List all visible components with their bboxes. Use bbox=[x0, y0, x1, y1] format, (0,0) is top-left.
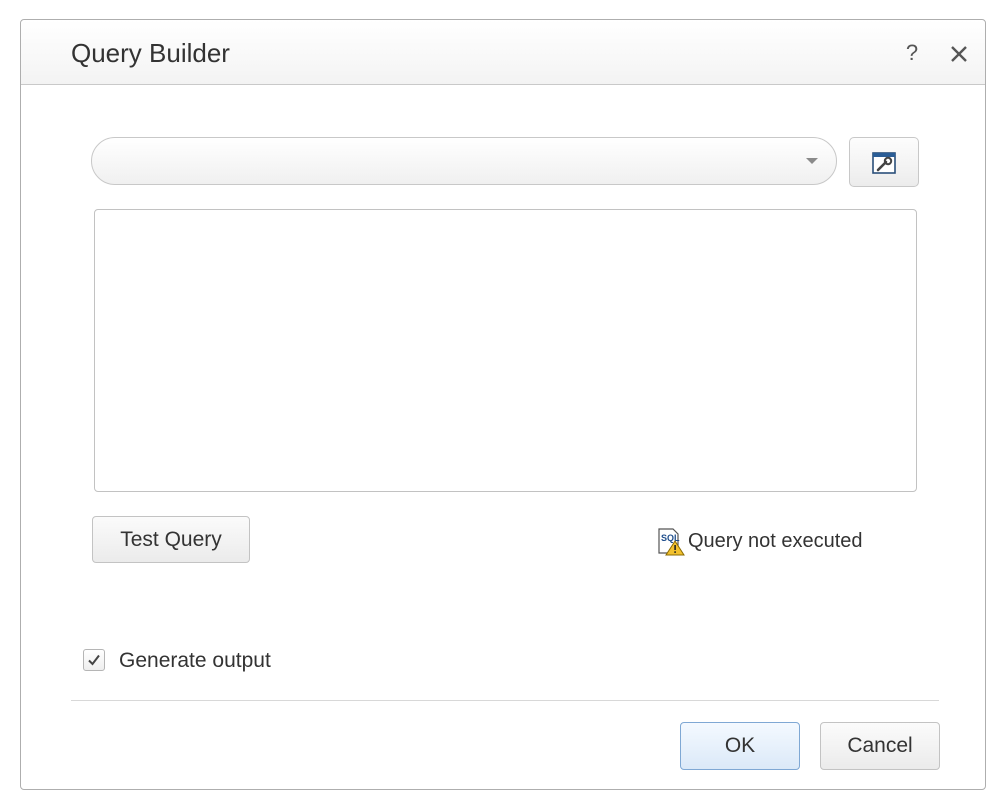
close-button[interactable] bbox=[947, 40, 971, 66]
query-select-dropdown[interactable] bbox=[91, 137, 837, 185]
footer-divider bbox=[71, 700, 939, 701]
dialog-titlebar: Query Builder ? bbox=[21, 20, 985, 85]
checkmark-icon bbox=[88, 654, 100, 666]
test-query-button[interactable]: Test Query bbox=[92, 516, 250, 563]
checkbox-box[interactable] bbox=[83, 649, 105, 671]
close-icon bbox=[951, 46, 967, 62]
chevron-down-icon bbox=[806, 158, 818, 164]
svg-text:SQL: SQL bbox=[661, 533, 680, 543]
ok-button[interactable]: OK bbox=[680, 722, 800, 770]
query-editor-button[interactable] bbox=[849, 137, 919, 187]
query-builder-dialog: Query Builder ? Test Query SQL Query not… bbox=[20, 19, 986, 790]
query-text-area[interactable] bbox=[94, 209, 917, 492]
wrench-window-icon bbox=[872, 152, 896, 174]
dialog-title: Query Builder bbox=[71, 38, 230, 68]
cancel-button[interactable]: Cancel bbox=[820, 722, 940, 770]
query-status-text: Query not executed bbox=[688, 530, 863, 552]
sql-warning-icon: SQL bbox=[658, 528, 685, 556]
help-button[interactable]: ? bbox=[901, 40, 923, 66]
generate-output-label: Generate output bbox=[119, 649, 271, 672]
